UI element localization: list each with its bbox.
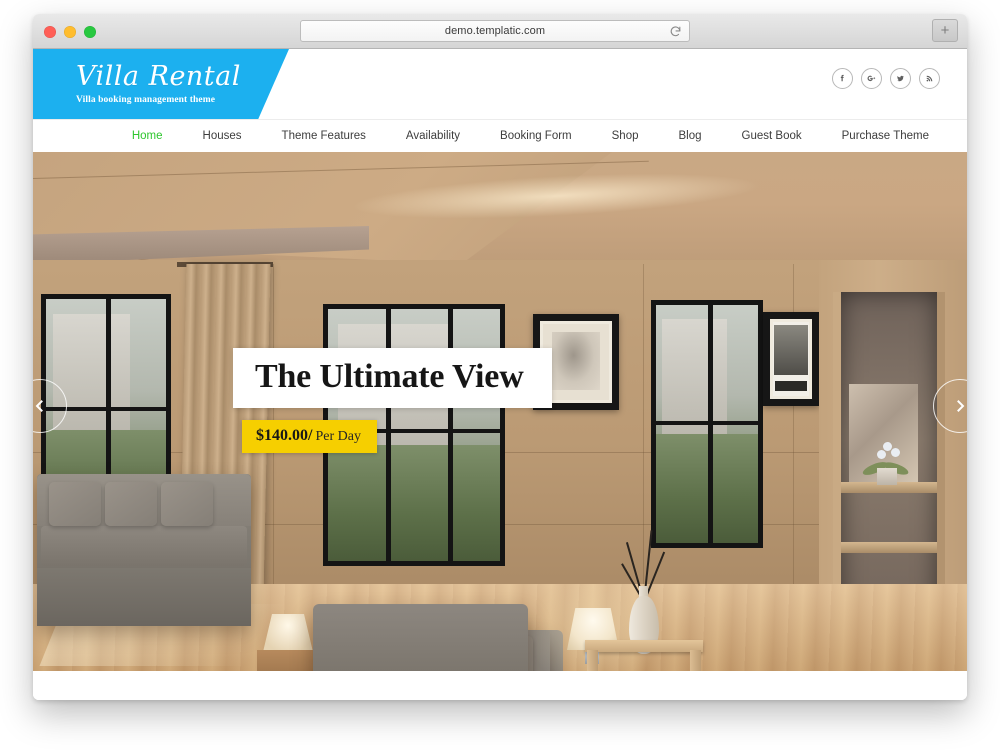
hero-slider: The Ultimate View $140.00/Per Day: [33, 152, 967, 671]
zoom-window-button[interactable]: [84, 26, 96, 38]
hero-caption: The Ultimate View $140.00/Per Day: [233, 348, 552, 453]
console-table: [585, 640, 703, 671]
nav-item-guest-book[interactable]: Guest Book: [722, 130, 822, 142]
site-logo[interactable]: Villa Rental Villa booking management th…: [33, 49, 289, 119]
main-navigation: Home Houses Theme Features Availability …: [33, 119, 967, 152]
logo-tagline: Villa booking management theme: [76, 95, 216, 106]
window-controls: [44, 26, 96, 38]
nav-item-blog[interactable]: Blog: [659, 130, 722, 142]
chevron-left-icon: [35, 400, 43, 412]
nav-item-home[interactable]: Home: [112, 130, 183, 142]
google-plus-icon[interactable]: [861, 68, 882, 89]
hero-title-bar: The Ultimate View: [233, 348, 552, 408]
rss-icon[interactable]: [919, 68, 940, 89]
nav-item-shop[interactable]: Shop: [592, 130, 659, 142]
logo-title: Villa Rental: [76, 60, 241, 92]
nav-item-purchase-theme[interactable]: Purchase Theme: [822, 130, 949, 142]
window-right: [651, 300, 763, 548]
sofa-left: [37, 474, 251, 626]
sofa-foreground: [313, 604, 528, 671]
browser-window: demo.templatic.com + Villa Rental Villa …: [33, 14, 967, 700]
url-text: demo.templatic.com: [444, 25, 546, 37]
nav-item-houses[interactable]: Houses: [183, 130, 262, 142]
twitter-icon[interactable]: [890, 68, 911, 89]
address-bar[interactable]: demo.templatic.com: [300, 20, 690, 42]
facebook-icon[interactable]: [832, 68, 853, 89]
framed-poster-right: [763, 312, 819, 406]
nav-item-booking-form[interactable]: Booking Form: [480, 130, 592, 142]
site-header: Villa Rental Villa booking management th…: [33, 49, 967, 119]
hero-price-amount: $140.00/: [256, 427, 313, 444]
hero-title: The Ultimate View: [255, 358, 524, 395]
wall-alcove: [833, 292, 945, 622]
nav-item-theme-features[interactable]: Theme Features: [262, 130, 386, 142]
browser-chrome-bar: demo.templatic.com +: [33, 14, 967, 49]
chevron-right-icon: [957, 400, 965, 412]
hero-price-unit: Per Day: [315, 429, 361, 444]
hero-price-badge: $140.00/Per Day: [242, 420, 377, 453]
page-bottom-strip: [33, 671, 967, 700]
reload-icon[interactable]: [669, 25, 682, 38]
minimize-window-button[interactable]: [64, 26, 76, 38]
nav-item-availability[interactable]: Availability: [386, 130, 480, 142]
close-window-button[interactable]: [44, 26, 56, 38]
new-tab-button[interactable]: +: [932, 19, 958, 42]
social-links: [832, 68, 940, 89]
nav-list: Home Houses Theme Features Availability …: [112, 130, 949, 142]
web-page: Villa Rental Villa booking management th…: [33, 49, 967, 700]
side-table-left: [257, 650, 319, 671]
